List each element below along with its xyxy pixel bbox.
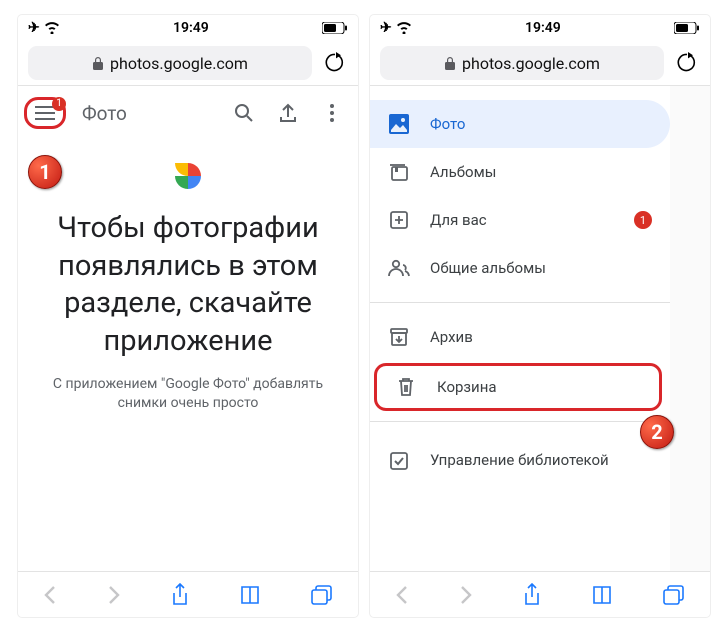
status-bar: ✈︎ 19:49: [370, 15, 710, 41]
phone-right: ✈︎ 19:49 photos.google.com Фото Альбомы: [370, 15, 710, 617]
drawer-item-photos[interactable]: Фото: [370, 100, 670, 148]
upload-button[interactable]: [274, 99, 302, 127]
drawer-label: Альбомы: [430, 163, 496, 181]
people-icon: [388, 257, 410, 279]
for-you-icon: [388, 209, 410, 231]
callout-2: 2: [640, 415, 674, 449]
tabs-button[interactable]: [311, 585, 333, 605]
share-button[interactable]: [523, 583, 541, 607]
browser-url-row: photos.google.com: [370, 41, 710, 85]
main-content: Чтобы фотографии появлялись в этом разде…: [18, 140, 358, 414]
menu-button[interactable]: 1: [24, 97, 66, 129]
reload-button[interactable]: [320, 52, 348, 74]
upload-icon: [279, 103, 297, 123]
drawer-item-for-you[interactable]: Для вас 1: [370, 196, 670, 244]
status-time: 19:49: [525, 20, 561, 36]
drawer-item-trash[interactable]: Корзина: [374, 363, 662, 411]
more-vert-icon: [330, 104, 334, 122]
tabs-button[interactable]: [663, 585, 685, 605]
trash-icon: [395, 376, 417, 398]
drawer-label: Управление библиотекой: [430, 451, 609, 471]
url-text: photos.google.com: [462, 54, 600, 73]
drawer-item-manage[interactable]: Управление библиотекой: [370, 432, 670, 490]
drawer-item-archive[interactable]: Архив: [370, 313, 670, 361]
wifi-icon: [44, 22, 60, 34]
url-box[interactable]: photos.google.com: [380, 46, 664, 80]
drawer-divider: [370, 302, 670, 303]
status-bar: ✈︎ 19:49: [18, 15, 358, 41]
bookmarks-button[interactable]: [239, 585, 261, 605]
drawer-item-albums[interactable]: Альбомы: [370, 148, 670, 196]
nav-drawer: Фото Альбомы Для вас 1 Общие альбомы Арх…: [370, 86, 670, 572]
search-icon: [234, 103, 254, 123]
reload-button[interactable]: [672, 52, 700, 74]
for-you-badge: 1: [634, 211, 652, 229]
drawer-label: Общие альбомы: [430, 259, 546, 277]
status-time: 19:49: [173, 20, 209, 36]
checkbox-icon: [388, 450, 410, 472]
drawer-label: Для вас: [430, 211, 487, 229]
url-text: photos.google.com: [110, 54, 248, 73]
google-photos-logo: [156, 148, 220, 204]
drawer-divider: [370, 421, 670, 422]
safari-toolbar: [18, 571, 358, 617]
menu-badge: 1: [52, 97, 66, 111]
drawer-item-shared[interactable]: Общие альбомы: [370, 244, 670, 292]
app-bar: 1 Фото: [18, 86, 358, 140]
empty-heading: Чтобы фотографии появлялись в этом разде…: [38, 210, 338, 361]
back-button[interactable]: [43, 585, 57, 605]
search-button[interactable]: [230, 99, 258, 127]
image-icon: [388, 113, 410, 135]
callout-1: 1: [28, 155, 62, 189]
app-title: Фото: [82, 102, 214, 125]
phone-left: ✈︎ 19:49 photos.google.com 1 Фото: [18, 15, 358, 617]
archive-icon: [388, 326, 410, 348]
drawer-label: Фото: [430, 115, 465, 133]
url-box[interactable]: photos.google.com: [28, 46, 312, 80]
wifi-icon: [396, 22, 412, 34]
forward-button[interactable]: [107, 585, 121, 605]
more-button[interactable]: [318, 99, 346, 127]
lock-icon: [92, 56, 104, 70]
safari-toolbar: [370, 571, 710, 617]
airplane-icon: ✈︎: [28, 20, 40, 36]
bookmarks-button[interactable]: [591, 585, 613, 605]
battery-icon: [322, 22, 348, 34]
albums-icon: [388, 161, 410, 183]
hamburger-icon: [35, 106, 55, 120]
share-button[interactable]: [171, 583, 189, 607]
forward-button[interactable]: [459, 585, 473, 605]
browser-url-row: photos.google.com: [18, 41, 358, 85]
drawer-label: Архив: [430, 328, 473, 346]
empty-subtext: С приложением "Google Фото" добавлять сн…: [38, 375, 338, 414]
lock-icon: [444, 56, 456, 70]
back-button[interactable]: [395, 585, 409, 605]
drawer-label: Корзина: [437, 378, 497, 396]
battery-icon: [674, 22, 700, 34]
airplane-icon: ✈︎: [380, 20, 392, 36]
